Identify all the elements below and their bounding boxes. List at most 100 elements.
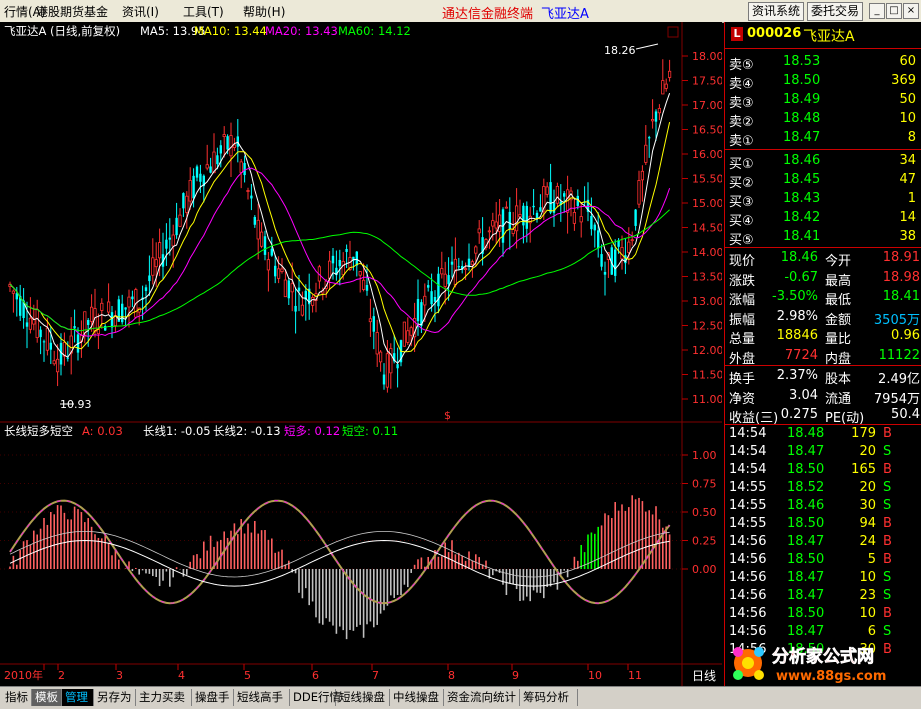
trade-button[interactable]: 委托交易 [807,2,864,21]
bottom-tab-bar: 指标 模板 管理 另存为 主力买卖 操盘手 短线高手 DDE行情 短线操盘 中线操盘 资金流向统计筹… [0,686,921,709]
tick-volume: 20 [859,480,876,495]
tick-time: 14:56 [729,534,767,549]
bid-volume: 38 [899,229,916,244]
price-tick: 13.00 [692,295,722,308]
bid-volume: 34 [899,153,916,168]
tick-time: 14:56 [729,588,767,603]
ask-label: 卖⑤ [729,58,754,73]
stat-label: 涨幅 [729,293,756,308]
ask-label: 卖① [729,134,754,149]
bid-label: 买④ [729,214,754,229]
tick-price: 18.46 [787,498,825,513]
tab-trader[interactable]: 操盘手 [192,689,234,706]
menu-bar: 行情(A) 港股期货基金 资讯(I) 工具(T) 帮助(H) 通达信金融终端 飞亚… [0,0,921,23]
tick-price: 18.52 [787,480,825,495]
fund-value: 2.49亿 [878,372,920,387]
price-tick: 14.50 [692,222,722,235]
indicator-tick: 0.00 [692,563,717,576]
ask-row: 卖④ 18.50 369 [725,72,921,92]
price-tick: 12.50 [692,320,722,333]
tick-price: 18.50 [787,606,825,621]
ask-label: 卖③ [729,96,754,111]
price-tick: 16.50 [692,124,722,137]
date-tick: 7 [372,669,379,682]
stat-value: -3.50% [772,289,818,304]
close-button[interactable]: × [903,3,919,19]
tab-save-as[interactable]: 另存为 [94,689,136,706]
tick-volume: 10 [859,606,876,621]
stat-value: 18.98 [882,269,920,285]
tab-fund-flow[interactable]: 资金流向统计 [444,689,520,706]
indicator-tick: 1.00 [692,449,717,462]
tick-side: B [883,534,892,549]
stat-label: 振幅 [729,312,756,328]
tick-price: 18.47 [787,570,825,585]
main-chart-title: 飞亚达A (日线,前复权) [4,24,120,38]
stat-label: 涨跌 [729,273,756,289]
price-tick: 17.00 [692,99,722,112]
indicator-tick: 0.75 [692,478,717,491]
tick-row: 14:56 18.47 10 S [725,569,921,588]
tick-price: 18.50 [787,552,825,567]
tick-volume: 23 [859,588,876,603]
price-tick: 13.50 [692,271,722,284]
tab-short-expert[interactable]: 短线高手 [234,689,290,706]
tick-time: 14:55 [729,480,767,495]
menu-hk-futures-funds[interactable]: 港股期货基金 [36,3,108,20]
tick-time: 14:56 [729,624,767,639]
tick-volume: 30 [859,498,876,513]
ask-label: 卖② [729,115,754,130]
tab-template[interactable]: 模板 [32,689,62,706]
minimize-button[interactable]: _ [869,3,885,19]
fund-row: 收益(三) 0.275 PE(动) 50.4 [725,406,921,426]
period-label[interactable]: 日线 [692,669,716,683]
menu-info[interactable]: 资讯(I) [122,3,159,20]
ask-row: 卖② 18.48 10 [725,110,921,130]
indicator-tick: 0.25 [692,535,717,548]
kline-chart[interactable]: 飞亚达A (日线,前复权) MA5: 13.95 MA10: 13.44 MA2… [0,22,724,686]
tick-row: 14:56 18.47 24 B [725,533,921,552]
tick-row: 14:56 18.50 5 B [725,551,921,570]
fund-value: 3.04 [789,387,818,403]
ask-row: 卖③ 18.49 50 [725,91,921,111]
fund-label: 换手 [729,372,756,387]
tick-side: B [883,606,892,621]
stat-row: 总量 18846 量比 0.96 [725,327,921,347]
watermark: 分析家公式网 www.88gs.com [728,640,921,686]
date-tick: 3 [116,669,123,682]
stat-row: 涨幅 -3.50% 最低 18.41 [725,288,921,308]
indicator-long1-label: 长线1: -0.05 [143,424,211,438]
menu-tools[interactable]: 工具(T) [183,3,224,20]
maximize-button[interactable]: □ [886,3,902,19]
price-tick: 15.00 [692,197,722,210]
info-system-button[interactable]: 资讯系统 [748,2,805,21]
stat-value: 18846 [776,328,818,343]
stat-label: 外盘 [729,351,756,367]
tab-mid-trade[interactable]: 中线操盘 [390,689,444,706]
date-tick: 4 [178,669,185,682]
watermark-url: www.88gs.com [776,669,886,684]
tick-side: S [883,588,892,603]
bid-row: 买⑤ 18.41 38 [725,228,921,248]
stat-label: 总量 [729,332,756,347]
tab-chip-analysis[interactable]: 筹码分析 [520,689,578,706]
tab-short-trade[interactable]: 短线操盘 [336,689,390,706]
ask-price: 18.50 [783,73,821,88]
bid-volume: 14 [899,210,916,225]
stat-value: 18.46 [780,250,818,265]
indicator-a-label: A: 0.03 [82,424,123,438]
tab-dde[interactable]: DDE行情 [290,689,341,706]
indicator-short-short-label: 短空: 0.11 [342,424,398,438]
bid-row: 买③ 18.43 1 [725,190,921,210]
stock-name: 飞亚达A [803,29,855,45]
bid-label: 买⑤ [729,233,754,248]
tab-main-force[interactable]: 主力买卖 [136,689,192,706]
chart-area[interactable]: 飞亚达A (日线,前复权) MA5: 13.95 MA10: 13.44 MA2… [0,22,724,686]
tab-manage[interactable]: 管理 [62,689,94,706]
ask-volume: 50 [899,92,916,107]
menu-help[interactable]: 帮助(H) [243,3,285,20]
fund-label: 流通 [825,391,852,407]
tab-indicator[interactable]: 指标 [2,689,32,706]
ask-volume: 10 [899,111,916,126]
bid-price: 18.45 [783,172,821,187]
